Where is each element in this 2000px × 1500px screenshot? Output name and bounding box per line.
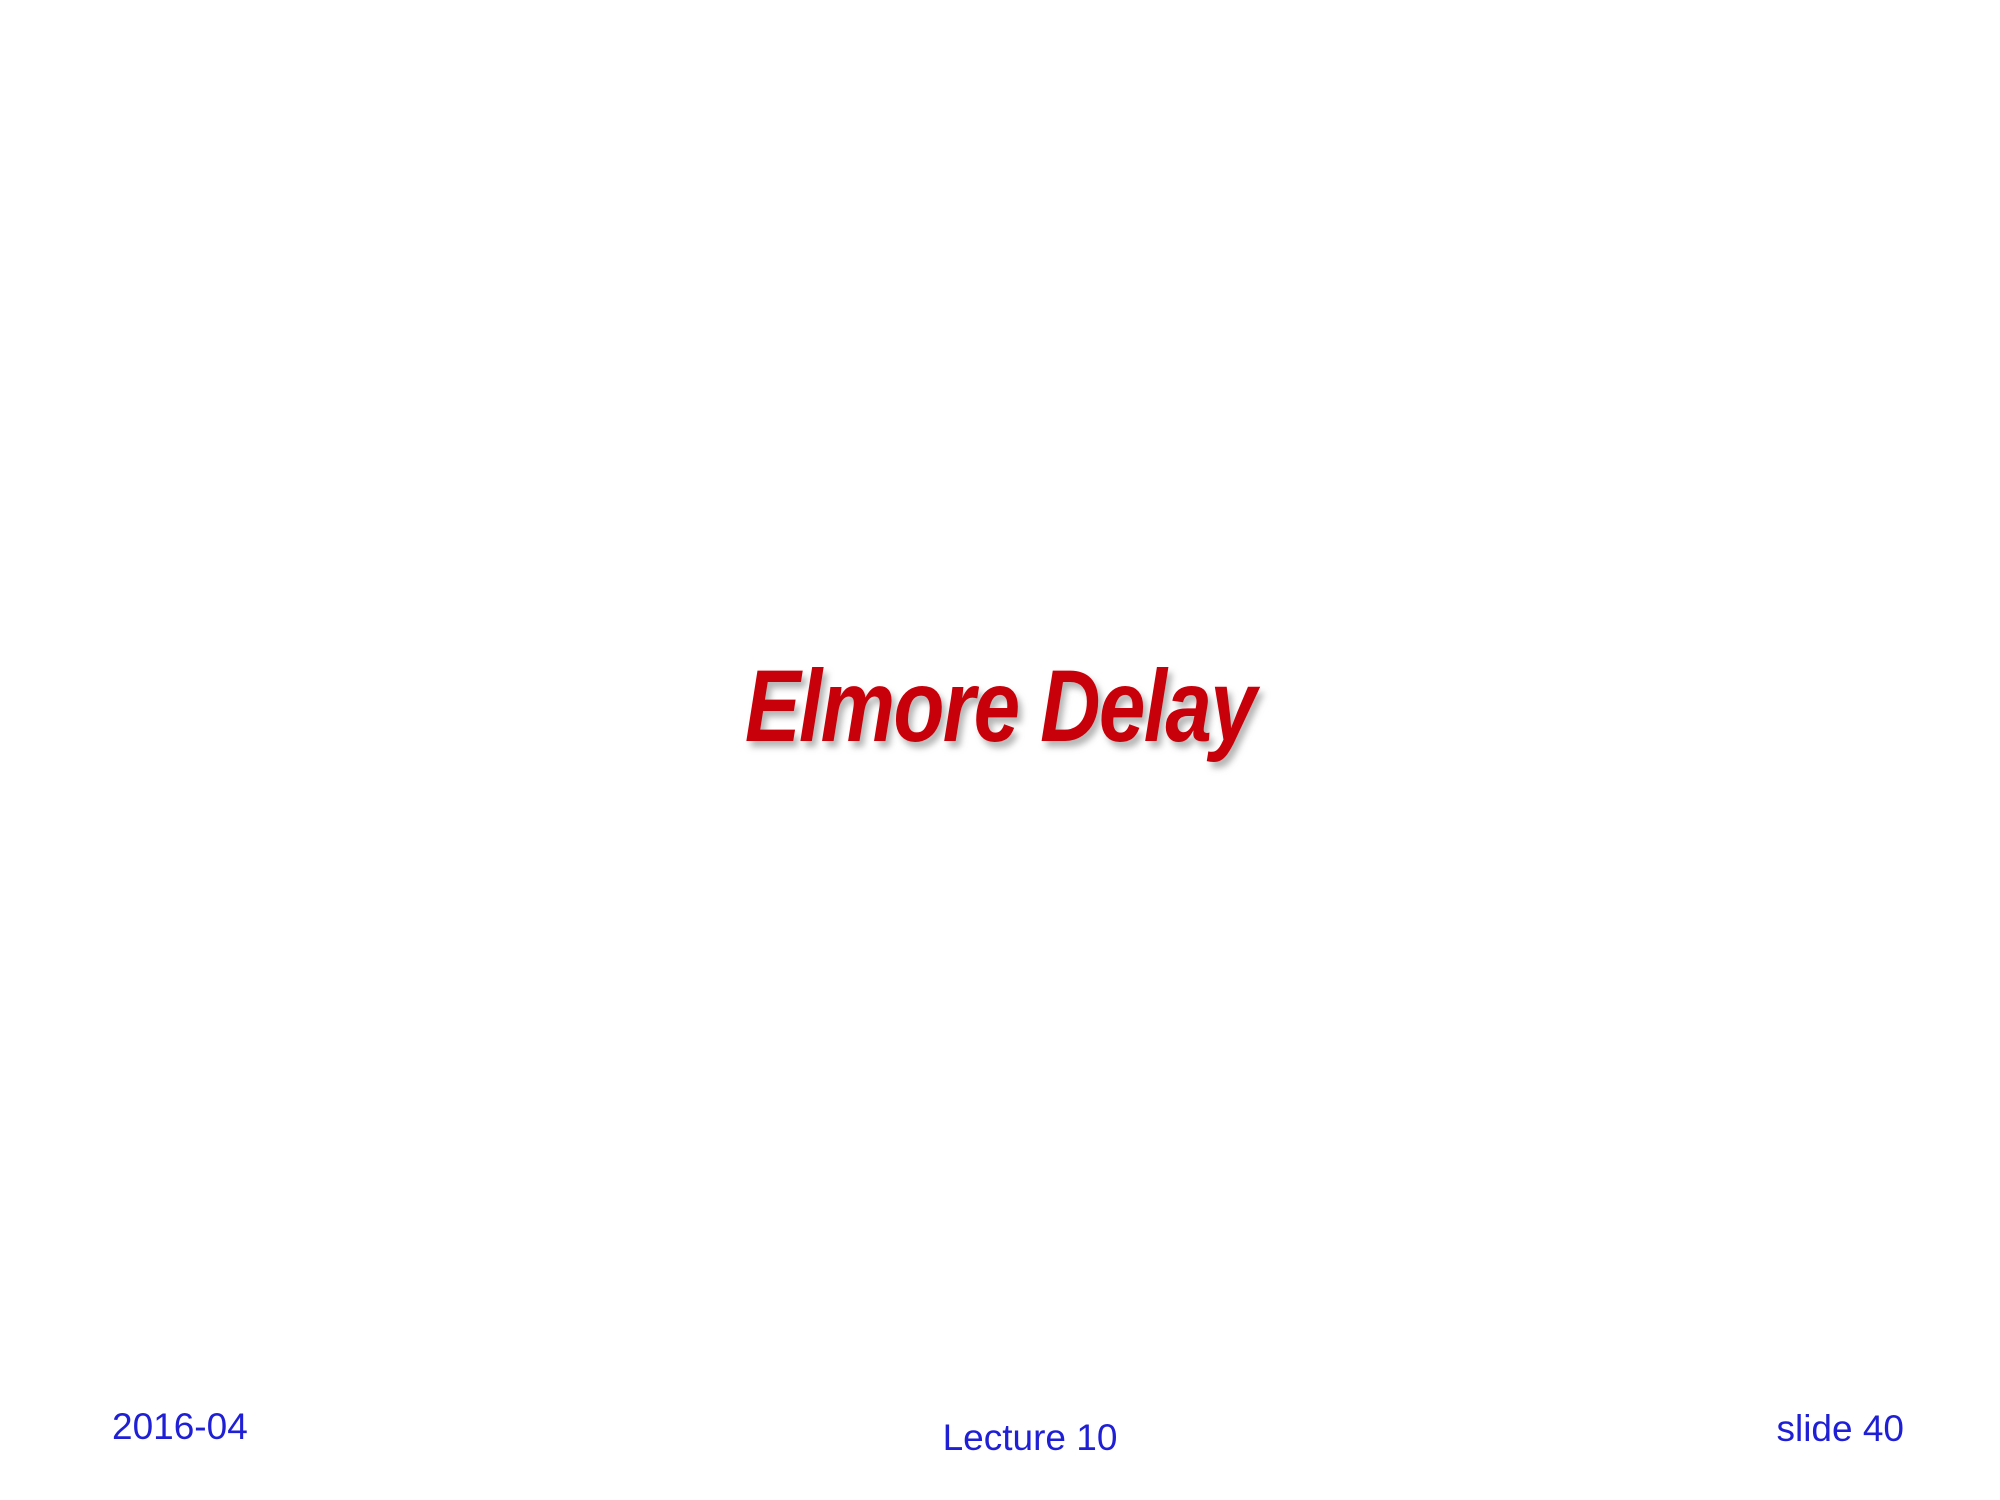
slide-title: Elmore Delay [744, 649, 1257, 763]
slide: Elmore Delay 2016-04 Lecture 10 slide 40 [0, 0, 2000, 1500]
footer-lecture-label: Lecture 10 [942, 1417, 1118, 1458]
footer-slide-number: slide 40 [1776, 1408, 1904, 1449]
